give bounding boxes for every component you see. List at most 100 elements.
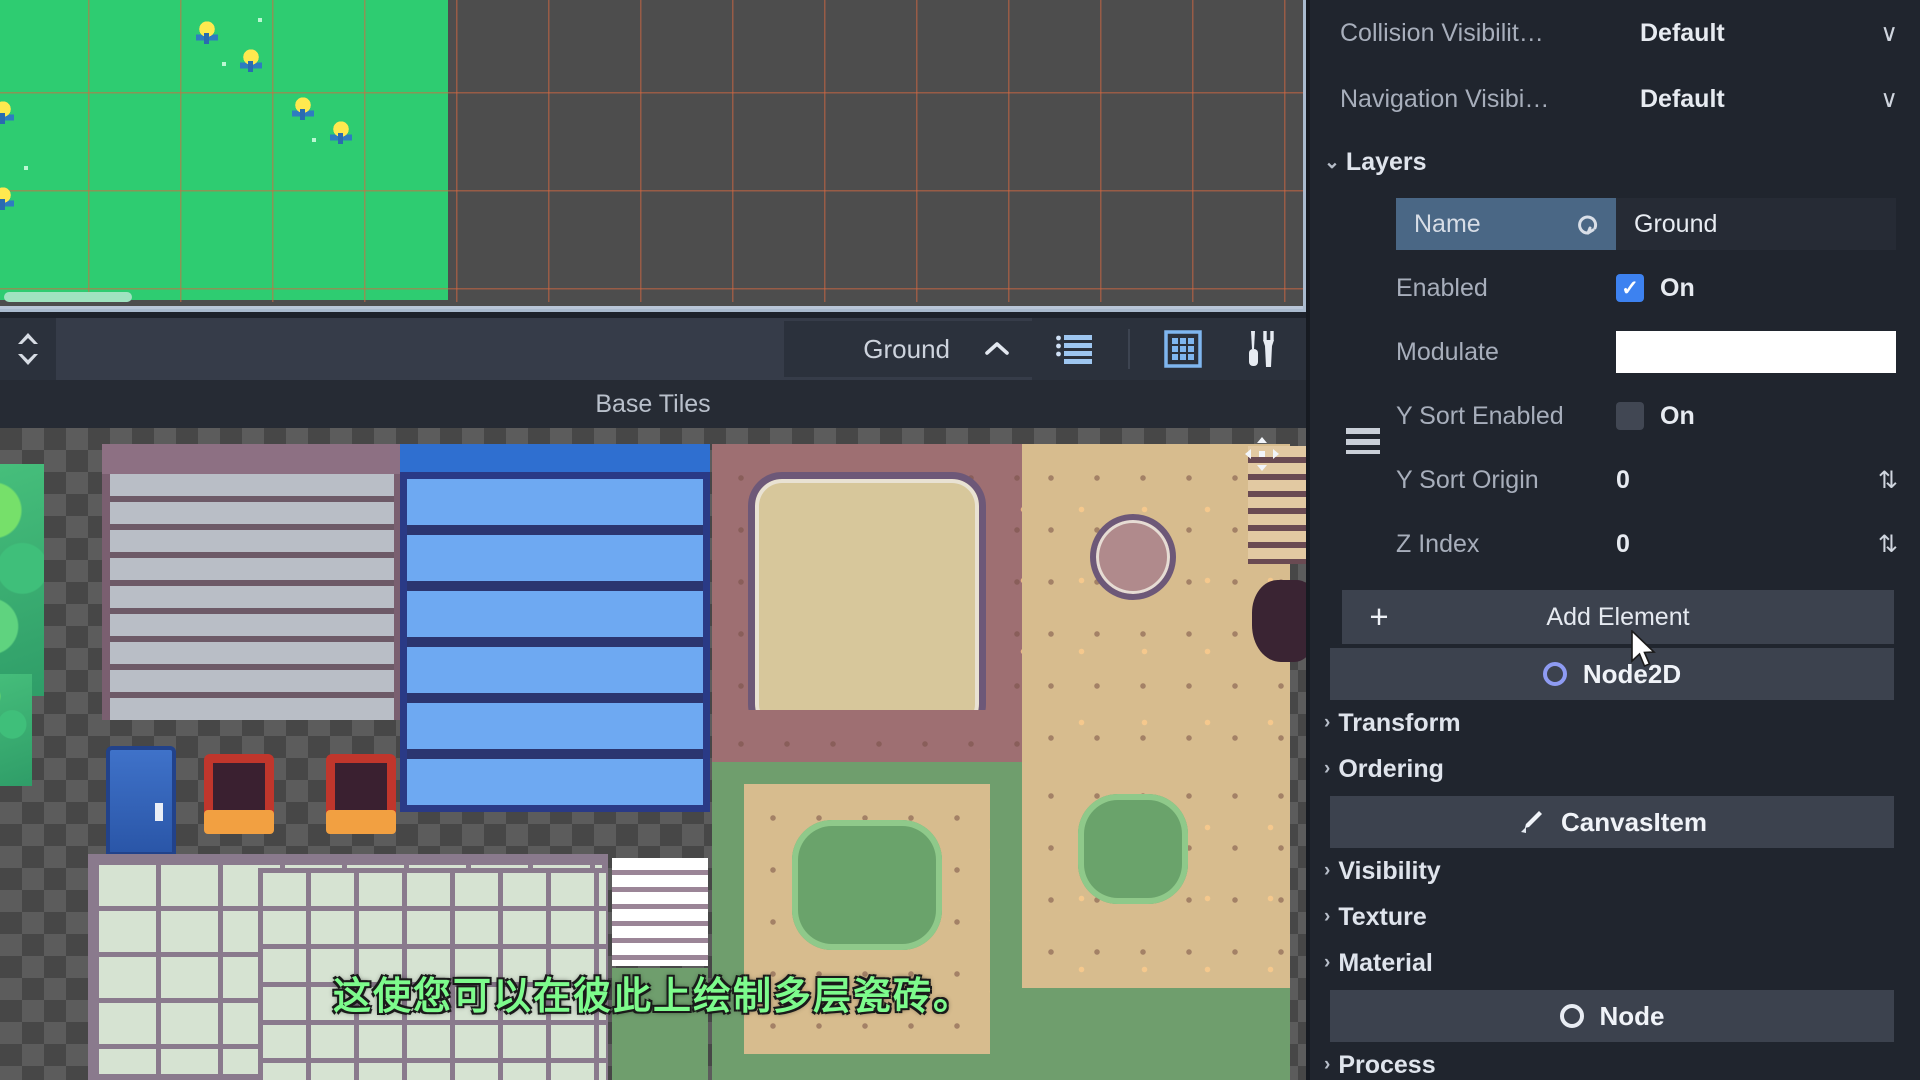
- property-group-material[interactable]: › Material: [1310, 940, 1920, 986]
- add-element-button[interactable]: + Add Element: [1342, 590, 1894, 644]
- layer-enabled-checkbox[interactable]: ✓: [1616, 274, 1644, 302]
- layer-zindex-value[interactable]: 0: [1616, 530, 1878, 559]
- tileset-palette[interactable]: 这使您可以在彼此上绘制多层瓷砖。: [0, 428, 1306, 1080]
- layer-name-row[interactable]: Name Ground: [1310, 192, 1920, 256]
- move-handle-icon[interactable]: [1244, 436, 1280, 472]
- navigation-visibility-value: Default: [1640, 84, 1725, 113]
- chevron-right-icon: ›: [1324, 906, 1331, 927]
- tile-window-planter[interactable]: [326, 754, 396, 834]
- tile-brick-wall[interactable]: [102, 474, 402, 720]
- tile-foliage[interactable]: [0, 674, 32, 786]
- grid-view-glyph: [1164, 330, 1202, 368]
- property-group-transform[interactable]: › Transform: [1310, 700, 1920, 746]
- tile-white-brick[interactable]: [612, 858, 708, 966]
- property-group-label-material: Material: [1338, 948, 1433, 977]
- sparkle-decor: [222, 62, 226, 66]
- node2d-icon: [1542, 662, 1567, 686]
- property-group-visibility[interactable]: › Visibility: [1310, 848, 1920, 894]
- flower-tile: [292, 96, 314, 122]
- tile-rock[interactable]: [1090, 514, 1176, 600]
- revert-arrow-icon[interactable]: [1574, 210, 1602, 238]
- node-icon: [1559, 1004, 1584, 1028]
- class-section-node2d[interactable]: Node2D: [1330, 648, 1894, 700]
- property-group-label-visibility: Visibility: [1338, 856, 1441, 885]
- layer-ysort-origin-stepper[interactable]: ⇅: [1878, 466, 1898, 495]
- tile-door[interactable]: [106, 746, 176, 856]
- layers-element-body: Name Ground Enabled ✓ On Modulate Y Sort…: [1310, 192, 1920, 576]
- layers-section-header[interactable]: ⌄ Layers: [1310, 132, 1920, 192]
- layer-modulate-label: Modulate: [1396, 337, 1499, 366]
- class-section-node[interactable]: Node: [1330, 990, 1894, 1042]
- flower-tile: [240, 48, 262, 74]
- chevron-down-icon[interactable]: ∨: [1880, 19, 1898, 48]
- chevron-right-icon: ›: [1324, 860, 1331, 881]
- layer-enabled-row[interactable]: Enabled ✓ On: [1310, 256, 1920, 320]
- layer-ysort-origin-row[interactable]: Y Sort Origin 0 ⇅: [1310, 448, 1920, 512]
- layer-name-label-cell: Name: [1396, 198, 1616, 250]
- canvasitem-brush-icon: [1521, 811, 1543, 833]
- vertical-spinner-icon[interactable]: [0, 318, 56, 380]
- property-group-label-transform: Transform: [1338, 708, 1461, 737]
- property-group-texture[interactable]: › Texture: [1310, 894, 1920, 940]
- grid-view-icon[interactable]: [1160, 326, 1206, 372]
- inspector-row-navigation-visibility[interactable]: Navigation Visibi… Default ∨: [1310, 66, 1920, 132]
- viewport-horizontal-scrollbar[interactable]: [4, 292, 132, 302]
- layer-modulate-row[interactable]: Modulate: [1310, 320, 1920, 384]
- tile-sand-patch[interactable]: [748, 472, 986, 738]
- sparkle-decor: [312, 138, 316, 142]
- inspector-panel[interactable]: Collision Visibilit… Default ∨ Navigatio…: [1306, 0, 1920, 1080]
- spinner-glyph: [18, 333, 38, 365]
- layer-ysort-origin-value[interactable]: 0: [1616, 466, 1878, 495]
- chevron-up-icon: [985, 342, 1009, 355]
- property-group-process[interactable]: › Process: [1310, 1042, 1920, 1080]
- layer-select-value: Ground: [863, 333, 950, 364]
- tilemap-toolbar: Ground: [0, 318, 1306, 380]
- layer-name-label: Name: [1414, 209, 1481, 238]
- property-group-ordering[interactable]: › Ordering: [1310, 746, 1920, 792]
- collision-visibility-value: Default: [1640, 18, 1725, 47]
- layer-ysort-enabled-row[interactable]: Y Sort Enabled On: [1310, 384, 1920, 448]
- mouse-pointer: [1631, 630, 1656, 668]
- palette-source-title: Base Tiles: [595, 389, 711, 418]
- tile-window-planter[interactable]: [204, 754, 274, 834]
- layer-ysort-enabled-value: On: [1660, 401, 1695, 430]
- class-section-canvasitem[interactable]: CanvasItem: [1330, 796, 1894, 848]
- layer-zindex-stepper[interactable]: ⇅: [1878, 530, 1898, 559]
- layer-ysort-enabled-checkbox[interactable]: [1616, 402, 1644, 430]
- layer-name-input[interactable]: Ground: [1616, 198, 1896, 250]
- layers-section-title: Layers: [1345, 147, 1427, 176]
- flower-tile: [196, 20, 218, 46]
- class-label-node: Node: [1599, 1000, 1665, 1031]
- inspector-row-collision-visibility[interactable]: Collision Visibilit… Default ∨: [1310, 0, 1920, 66]
- sort-list-icon[interactable]: [1052, 326, 1098, 372]
- tile-glass-window[interactable]: [400, 472, 710, 812]
- chevron-down-icon[interactable]: ∨: [1880, 85, 1898, 114]
- layer-modulate-color-swatch[interactable]: [1616, 331, 1896, 373]
- add-element-label: Add Element: [1546, 602, 1690, 631]
- property-group-label-texture: Texture: [1338, 902, 1427, 931]
- move-handle-glyph: [1245, 437, 1279, 471]
- tile-bush[interactable]: [792, 820, 942, 950]
- flower-tile: [0, 186, 14, 212]
- layer-ysort-origin-label: Y Sort Origin: [1396, 465, 1539, 494]
- drag-grip-icon[interactable]: [1346, 428, 1380, 454]
- layer-name-value: Ground: [1634, 209, 1718, 238]
- navigation-visibility-label: Navigation Visibi…: [1340, 84, 1550, 113]
- chevron-right-icon: ›: [1324, 952, 1331, 973]
- godot-editor-screen: Ground Base Tiles 这使您可以在彼此上绘制多层瓷砖。 Colli…: [0, 0, 1920, 1080]
- sparkle-decor: [258, 18, 262, 22]
- tile-bush[interactable]: [1078, 794, 1188, 904]
- collision-visibility-label: Collision Visibilit…: [1340, 18, 1544, 47]
- tools-icon[interactable]: [1236, 326, 1282, 372]
- plus-icon: +: [1369, 598, 1389, 635]
- viewport-bottom-edge: [0, 306, 1306, 312]
- chevron-right-icon: ›: [1324, 1054, 1331, 1075]
- tile-mauve-ground[interactable]: [712, 710, 1022, 766]
- tile-cave-entrance[interactable]: [1252, 580, 1306, 662]
- sparkle-decor: [24, 166, 28, 170]
- layer-select-dropdown[interactable]: Ground: [784, 321, 1032, 377]
- flower-tile: [330, 120, 352, 146]
- tile-foliage[interactable]: [0, 464, 44, 696]
- tilemap-2d-viewport[interactable]: [0, 0, 1306, 312]
- layer-zindex-row[interactable]: Z Index 0 ⇅: [1310, 512, 1920, 576]
